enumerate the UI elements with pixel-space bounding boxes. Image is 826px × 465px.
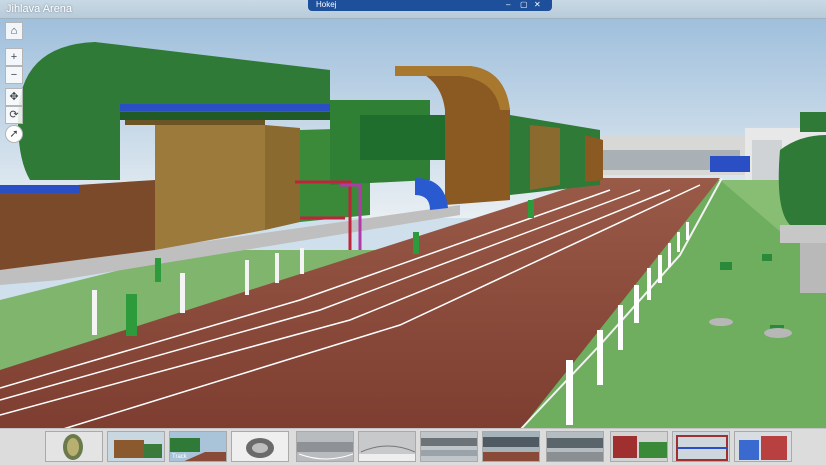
slide-thumbnail[interactable] xyxy=(482,431,540,462)
3d-scene[interactable] xyxy=(0,0,826,465)
slide-thumbnail[interactable] xyxy=(45,431,103,462)
slide-thumbnail[interactable] xyxy=(734,431,792,462)
active-tab[interactable]: Hokej – ▢ ✕ xyxy=(308,0,552,11)
3d-viewport[interactable]: Jihlava Arena Hokej – ▢ ✕ ⌂ + − ✥ ⟳ ➚ Tr… xyxy=(0,0,826,465)
title-bar: Jihlava Arena Hokej – ▢ ✕ xyxy=(0,0,826,19)
close-icon[interactable]: ✕ xyxy=(534,0,541,10)
home-icon[interactable]: ⌂ xyxy=(5,22,23,40)
minimize-icon[interactable]: – xyxy=(506,0,510,10)
slide-thumbnail[interactable] xyxy=(107,431,165,462)
slide-thumbnail[interactable] xyxy=(672,431,730,462)
plus-icon[interactable]: + xyxy=(5,48,23,66)
compass-icon[interactable]: ➚ xyxy=(5,125,23,143)
move-icon[interactable]: ✥ xyxy=(5,88,23,106)
slides-filmstrip: Track xyxy=(0,428,826,465)
slide-thumbnail[interactable] xyxy=(358,431,416,462)
rotate-icon[interactable]: ⟳ xyxy=(5,106,23,124)
slide-thumbnail[interactable] xyxy=(420,431,478,462)
app-title: Jihlava Arena xyxy=(6,3,73,15)
slide-thumbnail[interactable] xyxy=(231,431,289,462)
minus-icon[interactable]: − xyxy=(5,66,23,84)
slide-label: Track xyxy=(172,454,187,460)
slide-thumbnail[interactable] xyxy=(610,431,668,462)
maximize-icon[interactable]: ▢ xyxy=(520,0,528,10)
slide-thumbnail[interactable]: Track xyxy=(169,431,227,462)
slide-thumbnail[interactable] xyxy=(546,431,604,462)
blue-pipe xyxy=(120,104,330,111)
slide-thumbnail[interactable] xyxy=(296,431,354,462)
tab-label: Hokej xyxy=(316,0,337,9)
